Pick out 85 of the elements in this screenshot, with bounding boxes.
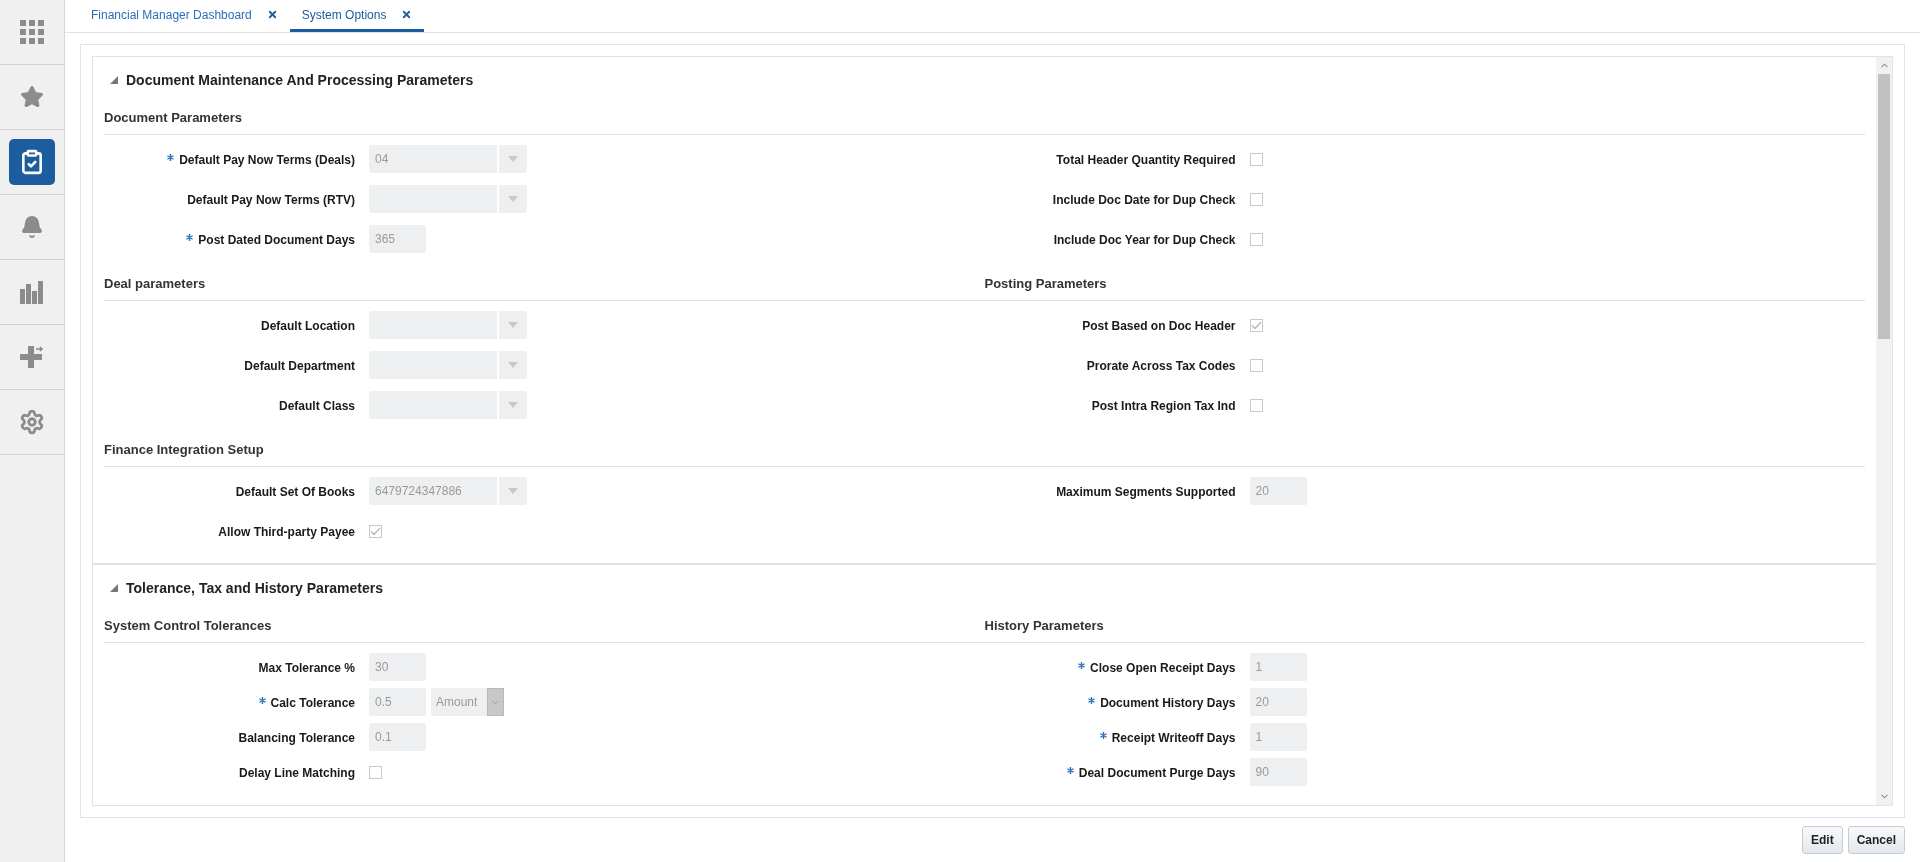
- select-field[interactable]: [369, 391, 527, 419]
- bar-chart-icon: [20, 280, 44, 304]
- field-label: Delay Line Matching: [238, 765, 355, 782]
- input-field[interactable]: 0.5: [369, 688, 426, 716]
- field-label: Post Based on Doc Header: [1082, 318, 1236, 335]
- field-label: Receipt Writeoff Days: [1111, 730, 1236, 747]
- required-icon: [1066, 767, 1074, 774]
- input-field[interactable]: 30: [369, 653, 426, 681]
- group-heading: Deal parameters: [104, 275, 206, 291]
- collapse-triangle-icon[interactable]: [110, 584, 118, 592]
- checkbox[interactable]: [369, 766, 382, 779]
- star-icon: [20, 85, 44, 109]
- required-icon: [258, 697, 266, 704]
- checkbox[interactable]: [369, 525, 382, 538]
- clipboard-check-icon: [19, 149, 45, 175]
- group-heading: History Parameters: [984, 617, 1104, 633]
- required-icon: [1088, 697, 1096, 704]
- section-title: Tolerance, Tax and History Parameters: [126, 578, 384, 598]
- checkbox[interactable]: [1249, 399, 1263, 412]
- input-field[interactable]: 20: [1249, 688, 1307, 716]
- sidebar-item[interactable]: [9, 139, 55, 185]
- group-heading: Posting Parameters: [984, 275, 1107, 291]
- field-label: Default Class: [278, 398, 355, 415]
- tab[interactable]: System Options: [289, 0, 425, 32]
- field-label: Default Department: [244, 358, 355, 375]
- field-label: Total Header Quantity Required: [1056, 152, 1236, 169]
- input-field[interactable]: 365: [369, 225, 426, 253]
- field-label: Default Location: [261, 318, 355, 335]
- dropdown-arrow-icon: [508, 196, 518, 202]
- field-label: Allow Third-party Payee: [218, 524, 355, 541]
- field-label: Balancing Tolerance: [238, 730, 355, 747]
- collapse-triangle-icon[interactable]: [110, 76, 118, 84]
- scrollbar[interactable]: [1876, 57, 1892, 805]
- group-heading: System Control Tolerances: [104, 617, 272, 633]
- section-title: Document Maintenance And Processing Parameters: [126, 70, 474, 90]
- dropdown-arrow-icon: [508, 402, 518, 408]
- checkbox[interactable]: [1249, 193, 1263, 206]
- field-label: Deal Document Purge Days: [1078, 765, 1236, 782]
- grid-icon: [20, 20, 44, 44]
- plus-arrow-icon: [19, 344, 45, 370]
- action-button[interactable]: Cancel: [1847, 826, 1905, 854]
- input-field[interactable]: 20: [1249, 477, 1307, 505]
- field-label: Default Set Of Books: [235, 484, 355, 501]
- field-label: Prorate Across Tax Codes: [1086, 358, 1236, 375]
- group-heading: Document Parameters: [104, 109, 242, 125]
- field-label: Default Pay Now Terms (RTV): [187, 192, 355, 209]
- input-field[interactable]: 1: [1249, 723, 1307, 751]
- required-icon: [1078, 662, 1086, 669]
- dropdown-arrow-icon: [508, 362, 518, 368]
- settings-icon: [19, 409, 45, 435]
- select-field[interactable]: 6479724347886: [369, 477, 527, 505]
- field-label: Include Doc Date for Dup Check: [1052, 192, 1236, 209]
- field-label: Maximum Segments Supported: [1056, 484, 1236, 501]
- checkbox[interactable]: [1249, 319, 1263, 332]
- field-label: Close Open Receipt Days: [1090, 660, 1236, 677]
- bell-icon: [20, 215, 44, 239]
- field-label: Max Tolerance %: [258, 660, 355, 677]
- input-field[interactable]: 90: [1249, 758, 1307, 786]
- select-field[interactable]: Amount: [431, 688, 504, 716]
- field-label: Post Intra Region Tax Ind: [1091, 398, 1236, 415]
- input-field[interactable]: 0.1: [369, 723, 426, 751]
- field-label: Post Dated Document Days: [198, 232, 355, 249]
- checkbox[interactable]: [1249, 233, 1263, 246]
- field-label: Default Pay Now Terms (Deals): [179, 152, 355, 169]
- field-label: Calc Tolerance: [270, 695, 355, 712]
- tab[interactable]: Financial Manager Dashboard: [79, 0, 290, 32]
- field-label: Document History Days: [1100, 695, 1236, 712]
- field-label: Include Doc Year for Dup Check: [1053, 232, 1236, 249]
- select-field[interactable]: [369, 351, 527, 379]
- checkbox[interactable]: [1249, 359, 1263, 372]
- select-field[interactable]: 04: [369, 145, 527, 173]
- dropdown-arrow-icon: [508, 156, 518, 162]
- group-heading: Finance Integration Setup: [104, 441, 264, 457]
- select-field[interactable]: [369, 311, 527, 339]
- dropdown-arrow-icon: [508, 322, 518, 328]
- dropdown-arrow-icon: [508, 488, 518, 494]
- select-field[interactable]: [369, 185, 527, 213]
- required-icon: [167, 154, 175, 161]
- close-icon[interactable]: [401, 9, 413, 20]
- input-field[interactable]: 1: [1249, 653, 1307, 681]
- required-icon: [1099, 732, 1107, 739]
- close-icon[interactable]: [266, 9, 278, 20]
- action-button[interactable]: Edit: [1801, 826, 1843, 854]
- checkbox[interactable]: [1249, 153, 1263, 166]
- required-icon: [186, 234, 194, 241]
